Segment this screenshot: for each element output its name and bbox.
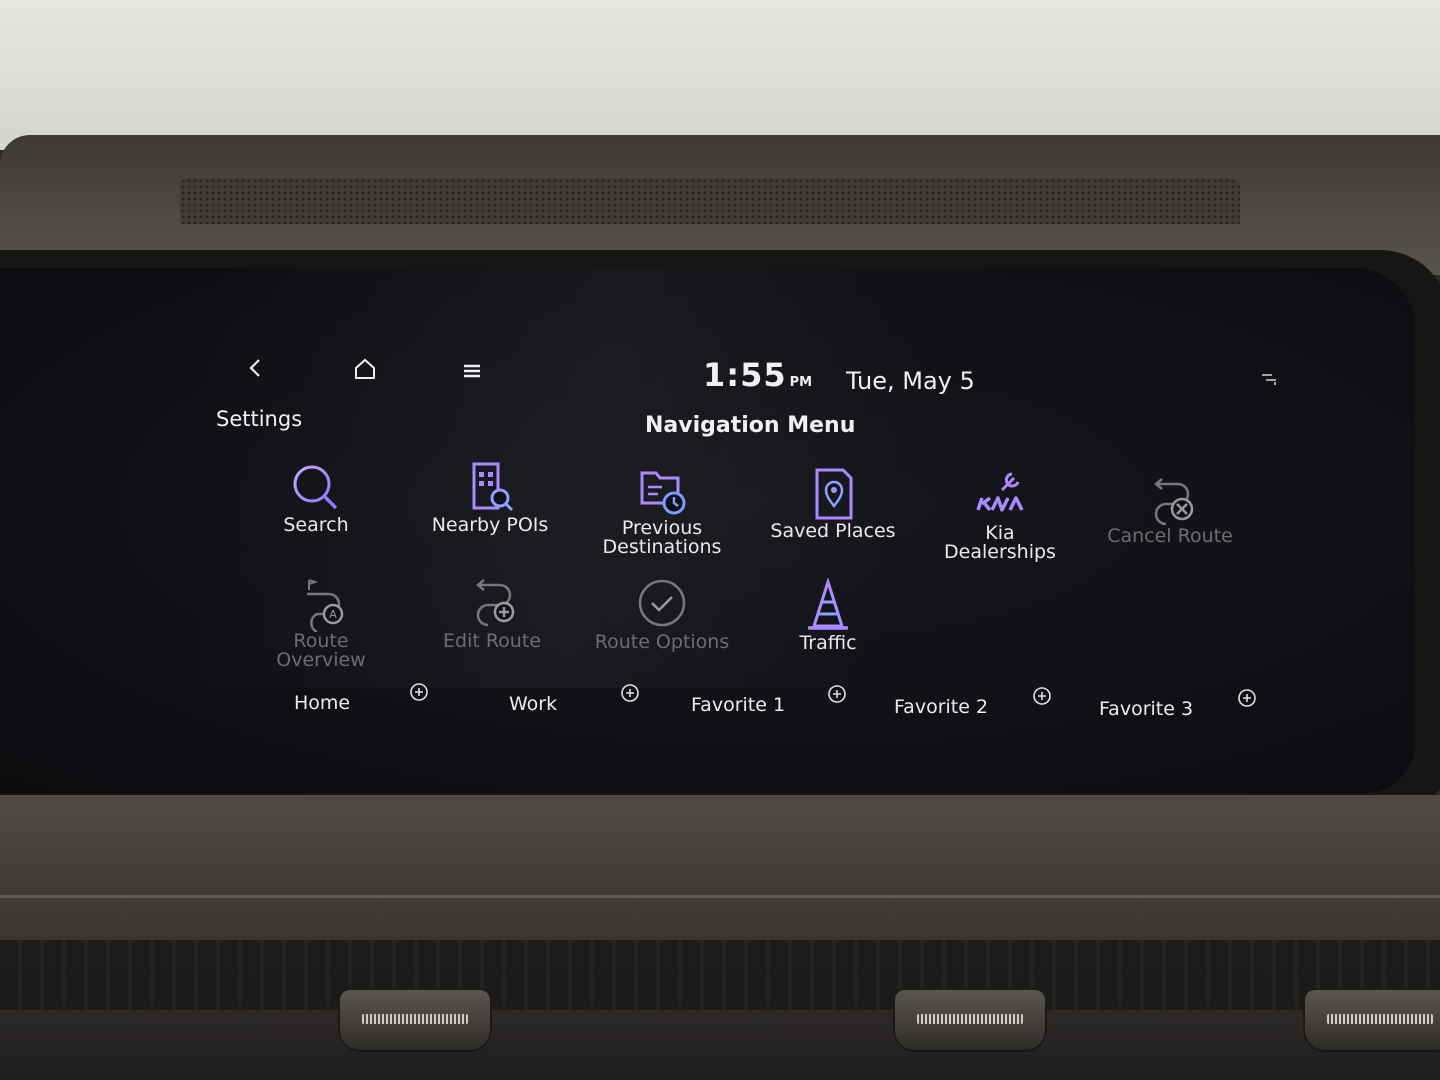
menu-item-previous-destinations[interactable]: Previous Destinations xyxy=(572,463,752,573)
date-display: Tue, May 5 xyxy=(846,367,975,395)
favorite-1[interactable]: Favorite 1 xyxy=(691,684,891,734)
climate-switch-center[interactable] xyxy=(895,990,1045,1050)
nearby-pois-icon xyxy=(472,462,514,512)
clock-ampm: PM xyxy=(789,375,813,390)
dashboard-lower xyxy=(0,795,1440,1080)
favorite-label: Work xyxy=(509,693,558,715)
page-title: Navigation Menu xyxy=(645,413,856,438)
climate-switch-right[interactable] xyxy=(1305,990,1440,1050)
add-plus-icon[interactable] xyxy=(620,683,640,703)
menu-item-label: Route Options xyxy=(594,631,730,653)
menu-item-nearby-pois[interactable]: Nearby POIs xyxy=(400,460,580,570)
background-wall xyxy=(0,0,1440,150)
status-indicator xyxy=(1255,363,1285,393)
menu-item-label: Previous Destinations xyxy=(602,517,722,558)
dashboard-trim xyxy=(0,895,1440,898)
favorite-label: Favorite 2 xyxy=(894,696,989,718)
menu-item-label: Saved Places xyxy=(770,520,896,542)
menu-item-saved-places[interactable]: Saved Places xyxy=(743,466,923,576)
favorite-label: Favorite 3 xyxy=(1099,698,1194,720)
favorite-3[interactable]: Favorite 3 xyxy=(1099,688,1299,738)
menu-item-traffic[interactable]: Traffic xyxy=(738,578,918,688)
favorite-home[interactable]: Home xyxy=(294,682,494,732)
saved-places-icon xyxy=(815,468,853,520)
menu-item-label: Traffic xyxy=(799,632,857,654)
route-overview-icon: A xyxy=(307,579,344,632)
traffic-cone-icon xyxy=(808,578,848,630)
climate-switch-left[interactable] xyxy=(340,990,490,1050)
add-plus-icon[interactable] xyxy=(409,682,429,702)
clock: 1:55 PM xyxy=(703,356,812,394)
menu-item-label: Edit Route xyxy=(443,630,541,652)
back-button[interactable] xyxy=(236,348,276,388)
cancel-route-icon xyxy=(1154,478,1194,526)
previous-destinations-icon xyxy=(640,471,686,515)
menu-item-label: Search xyxy=(283,514,349,536)
menu-item-label: Kia Dealerships xyxy=(944,522,1056,563)
menu-item-label: Nearby POIs xyxy=(431,514,549,536)
add-plus-icon[interactable] xyxy=(1032,686,1052,706)
clock-time: 1:55 xyxy=(703,356,787,394)
air-vent xyxy=(0,940,1440,1010)
connectivity-icon xyxy=(1262,374,1276,385)
add-plus-icon[interactable] xyxy=(1237,688,1257,708)
favorite-work[interactable]: Work xyxy=(509,683,709,733)
favorite-label: Home xyxy=(294,692,351,714)
favorite-label: Favorite 1 xyxy=(691,694,786,716)
menu-item-cancel-route[interactable]: Cancel Route xyxy=(1080,471,1260,581)
menu-item-kia-dealerships[interactable]: Kia Dealerships xyxy=(910,468,1090,578)
kia-dealerships-icon xyxy=(976,472,1024,512)
favorite-2[interactable]: Favorite 2 xyxy=(894,686,1094,736)
speaker-grille xyxy=(180,178,1240,224)
home-icon xyxy=(355,358,375,379)
menu-item-edit-route[interactable]: Edit Route xyxy=(402,576,582,686)
menu-item-label: Route Overview xyxy=(276,630,366,671)
home-button[interactable] xyxy=(345,349,385,389)
settings-link[interactable]: Settings xyxy=(216,407,302,431)
edit-route-icon xyxy=(476,579,515,627)
search-icon xyxy=(293,465,338,510)
menu-item-route-options[interactable]: Route Options xyxy=(572,577,752,687)
infotainment-screen: 1:55 PM Tue, May 5 Settings Navigation Me… xyxy=(0,268,1415,793)
add-plus-icon[interactable] xyxy=(827,684,847,704)
menu-item-search[interactable]: Search xyxy=(226,460,406,570)
back-arrow-icon xyxy=(249,359,260,377)
hamburger-menu-icon xyxy=(464,364,480,378)
checkmark-circle-icon xyxy=(638,579,686,627)
menu-item-route-overview[interactable]: A Route Overview xyxy=(231,576,411,686)
menu-item-label: Cancel Route xyxy=(1107,525,1233,547)
menu-button[interactable] xyxy=(452,351,492,391)
svg-text:A: A xyxy=(329,608,337,621)
